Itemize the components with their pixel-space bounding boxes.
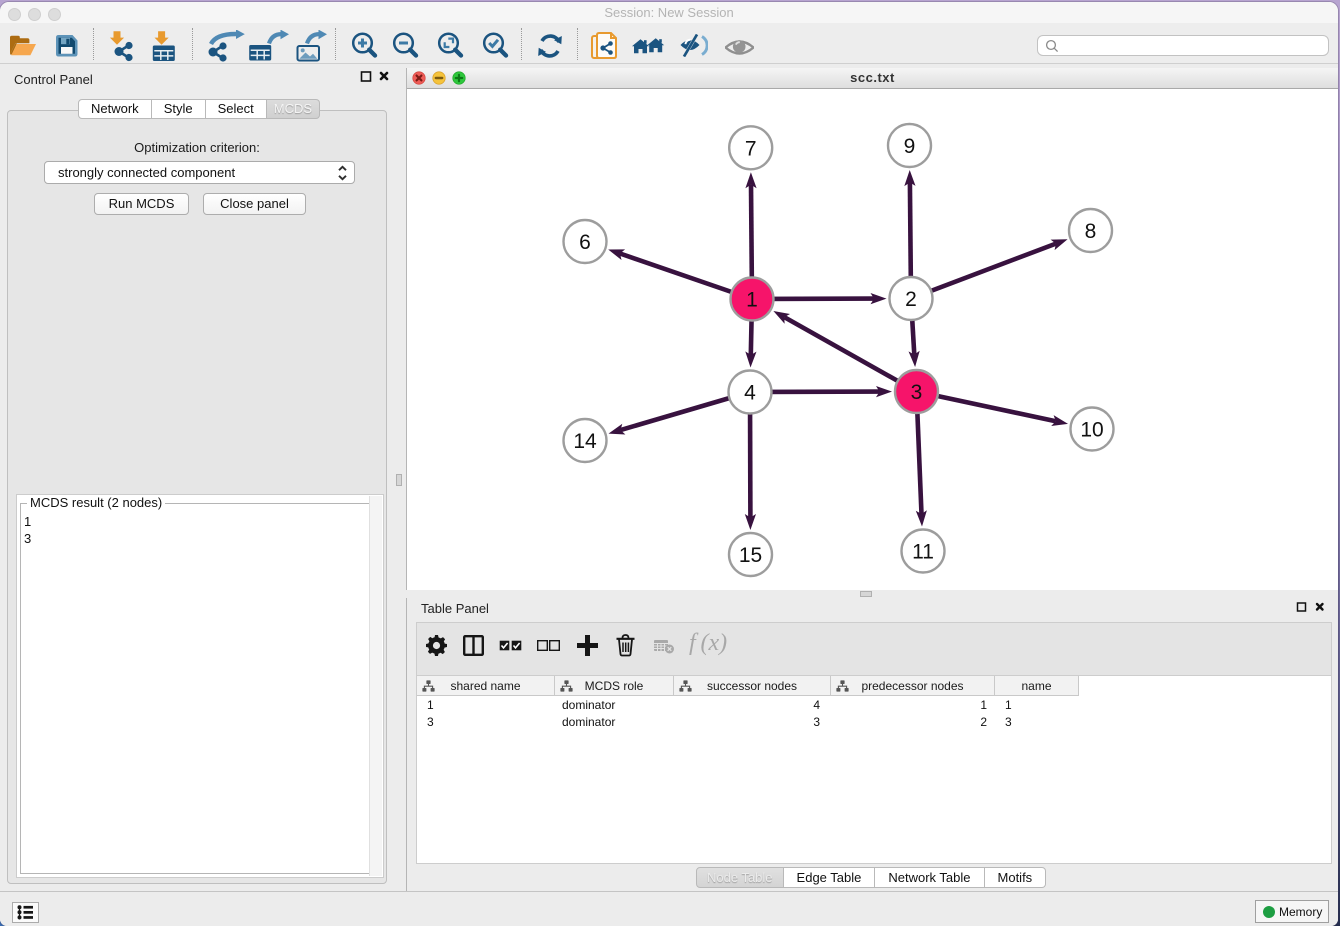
svg-text:1: 1 bbox=[746, 289, 758, 312]
svg-text:6: 6 bbox=[579, 231, 591, 254]
svg-text:14: 14 bbox=[573, 430, 597, 453]
svg-text:3: 3 bbox=[911, 381, 923, 404]
svg-text:8: 8 bbox=[1085, 220, 1097, 243]
svg-text:4: 4 bbox=[744, 382, 756, 405]
svg-text:2: 2 bbox=[905, 288, 917, 311]
svg-text:11: 11 bbox=[912, 541, 934, 564]
svg-text:7: 7 bbox=[745, 137, 757, 160]
svg-text:15: 15 bbox=[739, 544, 762, 567]
svg-text:9: 9 bbox=[904, 135, 916, 158]
svg-text:10: 10 bbox=[1080, 419, 1103, 442]
